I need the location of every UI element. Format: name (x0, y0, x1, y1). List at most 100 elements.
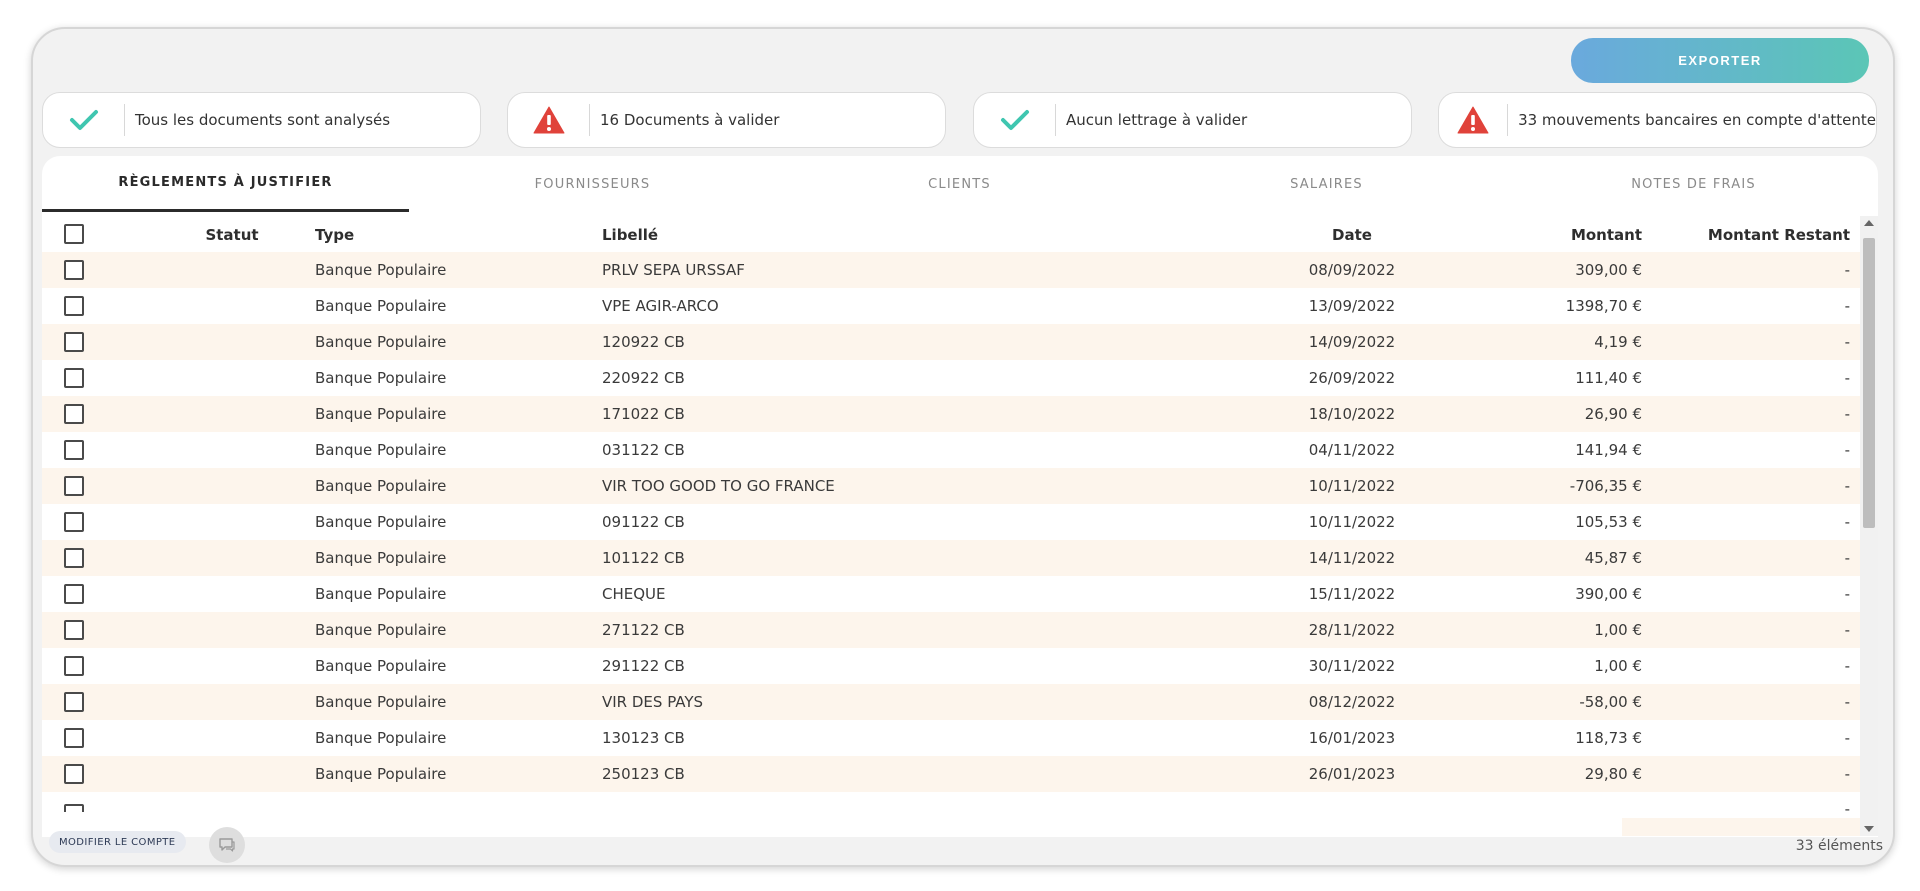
table-row[interactable]: Banque Populaire 171022 CB 18/10/2022 26,90… (42, 396, 1860, 432)
cell-montant-restant: - (1844, 621, 1850, 639)
column-header-date[interactable]: Date (1272, 226, 1432, 244)
cell-type: Banque Populaire (315, 405, 447, 423)
select-all-checkbox[interactable] (64, 224, 84, 244)
column-header-montant[interactable]: Montant (1462, 226, 1642, 244)
table-row[interactable]: Banque Populaire 271122 CB 28/11/2022 1,00 … (42, 612, 1860, 648)
table-row[interactable]: Banque Populaire PRLV SEPA URSSAF 08/09/20… (42, 252, 1860, 288)
cell-montant-restant: - (1844, 657, 1850, 675)
row-checkbox[interactable] (64, 692, 84, 712)
cell-libelle: VPE AGIR-ARCO (602, 297, 719, 315)
tab-fournisseurs[interactable]: FOURNISSEURS (409, 156, 776, 212)
scroll-down-arrow-icon[interactable] (1864, 826, 1874, 832)
status-card-documents-analysed: Tous les documents sont analysés (42, 92, 481, 148)
tab-notes-de-frais[interactable]: NOTES DE FRAIS (1510, 156, 1877, 212)
status-card-bank-movements-pending[interactable]: 33 mouvements bancaires en compte d'atte… (1438, 92, 1877, 148)
status-text: Aucun lettrage à valider (1066, 111, 1248, 129)
row-checkbox[interactable] (64, 764, 84, 784)
table-row[interactable]: Banque Populaire 250123 CB 26/01/2023 29,80… (42, 756, 1860, 792)
row-checkbox[interactable] (64, 512, 84, 532)
cell-libelle: PRLV SEPA URSSAF (602, 261, 745, 279)
cell-montant: -58,00 € (1579, 693, 1642, 711)
element-count: 33 éléments (1795, 838, 1883, 854)
cell-date: 26/01/2023 (1308, 765, 1396, 783)
row-highlight-strip (1622, 818, 1860, 836)
cell-date: 15/11/2022 (1308, 585, 1396, 603)
cell-montant-restant: - (1844, 261, 1850, 279)
table-row[interactable]: Banque Populaire 291122 CB 30/11/2022 1,00 … (42, 648, 1860, 684)
table-row[interactable]: Banque Populaire VIR DES PAYS 08/12/2022 -5… (42, 684, 1860, 720)
cell-date: 10/11/2022 (1308, 513, 1396, 531)
cell-type: Banque Populaire (315, 765, 447, 783)
cell-date: 08/12/2022 (1308, 693, 1396, 711)
column-header-type[interactable]: Type (315, 226, 354, 244)
table-row[interactable]: Banque Populaire 091122 CB 10/11/2022 105,5… (42, 504, 1860, 540)
modify-account-button[interactable]: MODIFIER LE COMPTE (49, 831, 186, 853)
column-header-libelle[interactable]: Libellé (602, 226, 658, 244)
cell-montant: 1398,70 € (1565, 297, 1642, 315)
table-row[interactable]: Banque Populaire 130123 CB 16/01/2023 118,7… (42, 720, 1860, 756)
cell-montant-restant: - (1844, 369, 1850, 387)
tab-clients[interactable]: CLIENTS (776, 156, 1143, 212)
cell-montant-restant: - (1844, 800, 1850, 818)
row-checkbox[interactable] (64, 620, 84, 640)
row-checkbox[interactable] (64, 656, 84, 676)
cell-libelle: 271122 CB (602, 621, 685, 639)
table-row[interactable]: Banque Populaire 031122 CB 04/11/2022 141,9… (42, 432, 1860, 468)
row-checkbox[interactable] (64, 440, 84, 460)
column-header-montant-restant[interactable]: Montant Restant (1682, 226, 1850, 244)
row-checkbox[interactable] (64, 476, 84, 496)
cell-type: Banque Populaire (315, 333, 447, 351)
export-button[interactable]: EXPORTER (1571, 38, 1869, 83)
row-checkbox[interactable] (64, 584, 84, 604)
cell-montant-restant: - (1844, 729, 1850, 747)
row-checkbox[interactable] (64, 548, 84, 568)
cell-type: Banque Populaire (315, 477, 447, 495)
status-card-documents-to-validate[interactable]: 16 Documents à valider (507, 92, 946, 148)
row-checkbox[interactable] (64, 260, 84, 280)
cell-type: Banque Populaire (315, 261, 447, 279)
row-checkbox[interactable] (64, 368, 84, 388)
cell-type: Banque Populaire (315, 513, 447, 531)
cell-libelle: 101122 CB (602, 549, 685, 567)
vertical-scrollbar[interactable] (1860, 216, 1878, 836)
cell-montant-restant: - (1844, 585, 1850, 603)
row-checkbox[interactable] (64, 332, 84, 352)
cell-montant: -706,35 € (1569, 477, 1642, 495)
table-row[interactable]: Banque Populaire VPE AGIR-ARCO 13/09/2022 1… (42, 288, 1860, 324)
cell-montant-restant: - (1844, 549, 1850, 567)
tab-reglements[interactable]: RÈGLEMENTS À JUSTIFIER (42, 156, 409, 212)
row-checkbox[interactable] (64, 296, 84, 316)
table-row[interactable]: Banque Populaire VIR TOO GOOD TO GO FRANC… (42, 468, 1860, 504)
table-row[interactable]: Banque Populaire 220922 CB 26/09/2022 111,4… (42, 360, 1860, 396)
table-row[interactable]: Banque Populaire 120922 CB 14/09/2022 4,19 … (42, 324, 1860, 360)
scrollbar-thumb[interactable] (1863, 238, 1875, 528)
cell-montant-restant: - (1844, 477, 1850, 495)
cell-libelle: 171022 CB (602, 405, 685, 423)
cell-date: 10/11/2022 (1308, 477, 1396, 495)
cell-libelle: 220922 CB (602, 369, 685, 387)
cell-type: Banque Populaire (315, 621, 447, 639)
table-row[interactable]: Banque Populaire CHEQUE 15/11/2022 390,00 €… (42, 576, 1860, 612)
tab-bar: RÈGLEMENTS À JUSTIFIER FOURNISSEURS CLIE… (42, 156, 1878, 212)
row-checkbox[interactable] (64, 728, 84, 748)
cell-montant: 111,40 € (1575, 369, 1642, 387)
row-checkbox[interactable] (64, 404, 84, 424)
table-row[interactable]: Banque Populaire 101122 CB 14/11/2022 45,87… (42, 540, 1860, 576)
tab-salaires[interactable]: SALAIRES (1143, 156, 1510, 212)
row-checkbox[interactable] (64, 804, 84, 812)
column-header-statut[interactable]: Statut (192, 226, 272, 244)
scroll-up-arrow-icon[interactable] (1864, 220, 1874, 226)
cell-libelle: 291122 CB (602, 657, 685, 675)
cell-type: Banque Populaire (315, 441, 447, 459)
cell-date: 16/01/2023 (1308, 729, 1396, 747)
comment-button[interactable] (209, 827, 245, 863)
cell-libelle: VIR TOO GOOD TO GO FRANCE (602, 477, 835, 495)
warning-icon (1457, 106, 1489, 134)
cell-date: 28/11/2022 (1308, 621, 1396, 639)
cell-date: 18/10/2022 (1308, 405, 1396, 423)
cell-type: Banque Populaire (315, 585, 447, 603)
cell-montant: 309,00 € (1575, 261, 1642, 279)
check-icon (1000, 110, 1029, 130)
table-row-partial[interactable]: - (42, 792, 1860, 828)
cell-montant: 1,00 € (1594, 621, 1642, 639)
